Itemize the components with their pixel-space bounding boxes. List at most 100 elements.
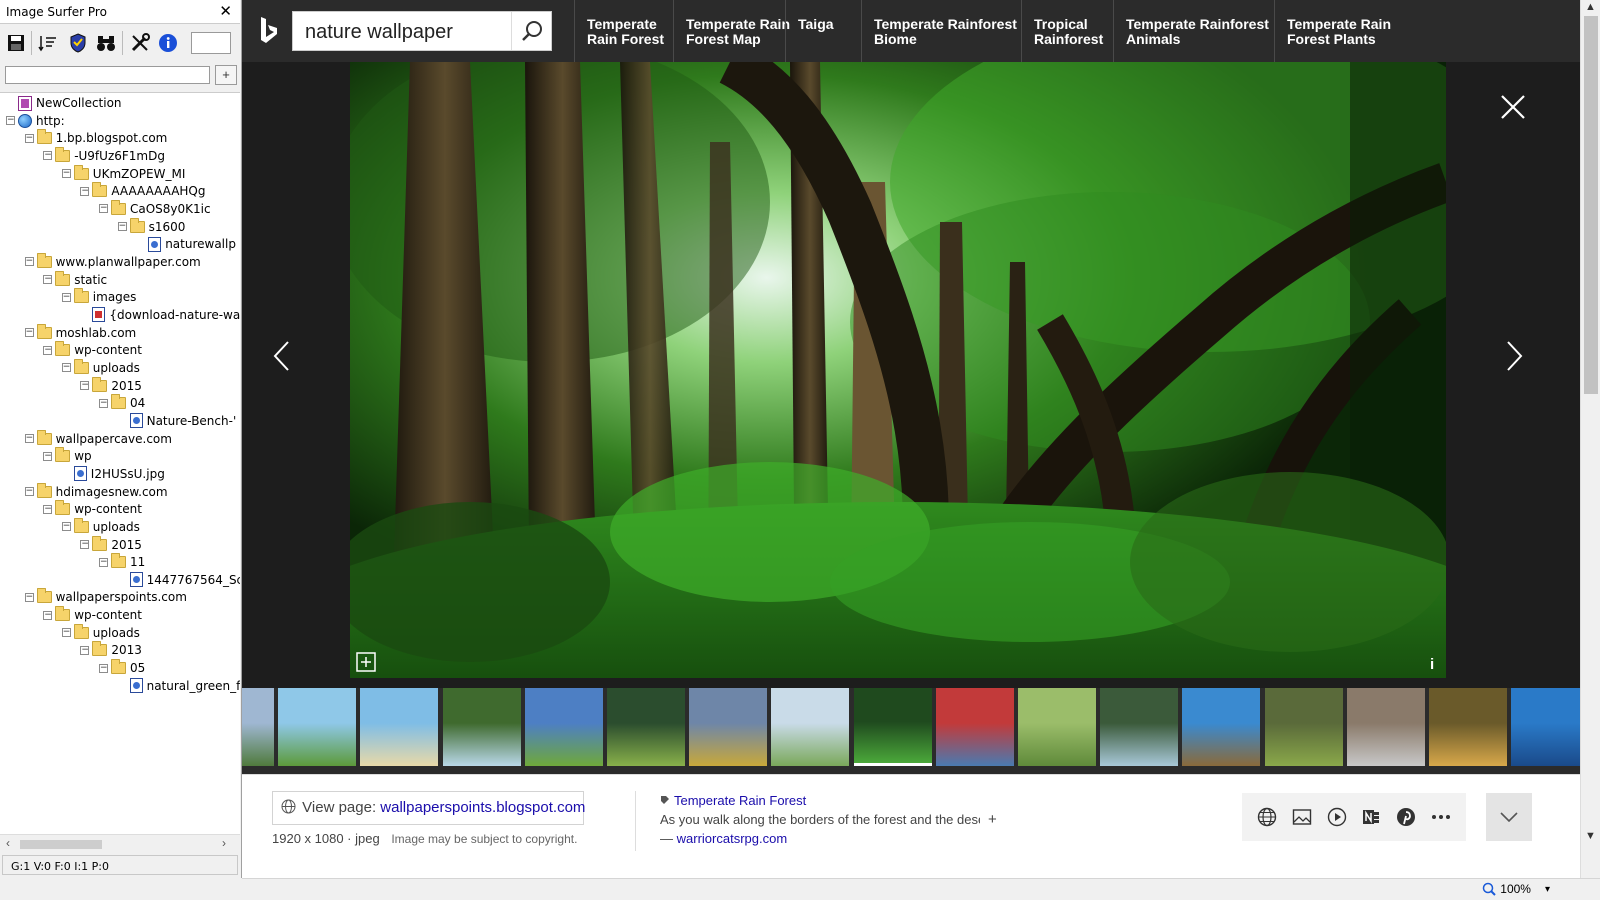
tree-node[interactable]: − moshlab.com — [24, 323, 136, 342]
tree-node[interactable]: − AAAAAAAAHQg — [80, 182, 206, 200]
info-icon[interactable] — [156, 31, 180, 55]
thumbnail[interactable] — [771, 688, 850, 766]
related-search-link[interactable]: Taiga — [785, 0, 834, 62]
related-search-link[interactable]: Temperate Rain Forest Map — [673, 0, 790, 62]
tree-expander[interactable]: − — [24, 487, 34, 497]
tree-node[interactable]: − uploads — [61, 358, 140, 377]
tree-node[interactable]: − static — [43, 270, 107, 289]
view-page-button[interactable]: View page: wallpaperspoints.blogspot.com — [272, 791, 585, 825]
tree-node[interactable]: − wallpapercave.com — [24, 429, 172, 448]
thumbnail[interactable] — [935, 688, 1014, 766]
tree-node[interactable]: − UKmZOPEW_MI — [61, 164, 185, 183]
tree-node[interactable]: − wp-content — [43, 606, 142, 624]
tree-expander[interactable]: − — [99, 204, 108, 214]
tree-expander[interactable]: − — [43, 275, 53, 285]
tree-node[interactable]: − images — [61, 288, 136, 306]
more-icon[interactable] — [1428, 804, 1454, 830]
tree-expander[interactable]: − — [80, 540, 90, 549]
thumbnail[interactable] — [1429, 688, 1507, 766]
previous-arrow-icon[interactable] — [272, 340, 292, 377]
close-viewer-icon[interactable] — [1500, 94, 1526, 125]
expand-description-button[interactable]: + — [988, 811, 997, 828]
related-search-link[interactable]: Temperate Rain Forest Plants — [1274, 0, 1391, 62]
shield-icon[interactable] — [66, 31, 90, 55]
tree-expander[interactable]: − — [24, 434, 34, 444]
related-search-link[interactable]: Temperate Rain Forest — [574, 0, 664, 62]
thumbnail[interactable] — [689, 688, 768, 766]
tree-expander[interactable]: − — [43, 504, 53, 514]
thumbnail[interactable] — [242, 688, 274, 766]
tree-node[interactable]: − wp-content — [43, 341, 142, 359]
expand-panel-button[interactable] — [1486, 793, 1532, 841]
tree-node[interactable]: − 2013 — [80, 641, 142, 659]
onenote-icon[interactable] — [1358, 804, 1384, 830]
thumbnail[interactable] — [1264, 688, 1343, 766]
tree-expander[interactable]: − — [6, 116, 15, 126]
globe-icon[interactable] — [1254, 804, 1280, 830]
tree-expander[interactable]: − — [117, 222, 127, 232]
tree-expander[interactable]: − — [99, 398, 108, 408]
image-icon[interactable] — [1289, 804, 1315, 830]
tree-filter-input[interactable] — [5, 66, 210, 84]
tree-expander[interactable]: − — [24, 257, 34, 267]
next-arrow-icon[interactable] — [1504, 340, 1524, 377]
source-site-link[interactable]: — warriorcatsrpg.com — [660, 831, 1010, 846]
image-info-icon[interactable]: i — [1430, 656, 1434, 673]
tools-icon[interactable] — [128, 31, 152, 55]
thumbnail[interactable] — [853, 688, 932, 766]
tree-node[interactable]: − 05 — [99, 659, 145, 677]
sort-icon[interactable] — [36, 31, 60, 55]
tree-node[interactable]: − wp-content — [43, 500, 142, 518]
tree-node[interactable]: − 1.bp.blogspot.com — [24, 129, 167, 147]
tree-expander[interactable]: − — [24, 133, 34, 143]
tree-expander[interactable]: − — [80, 381, 90, 391]
thumbnail[interactable] — [1511, 688, 1580, 766]
thumbnail[interactable] — [278, 688, 357, 766]
tree-expander[interactable]: − — [43, 345, 53, 355]
toolbar-field[interactable] — [191, 32, 231, 54]
tree-node[interactable]: I2HUSsU.jpg — [62, 465, 165, 483]
tree-node[interactable]: − CaOS8y0K1ic — [99, 199, 211, 218]
search-input[interactable]: nature wallpaper — [305, 21, 453, 44]
view-page-link[interactable]: wallpaperspoints.blogspot.com — [380, 799, 585, 816]
tree-node[interactable]: naturewallp — [136, 235, 236, 253]
window-vertical-scrollbar[interactable]: ▲ ▼ — [1580, 0, 1600, 878]
tree-expander[interactable]: − — [80, 186, 90, 196]
tree-node[interactable]: Nature-Bench-' — [118, 412, 236, 430]
tree-expander[interactable]: − — [99, 557, 108, 567]
source-title[interactable]: Temperate Rain Forest — [660, 793, 1010, 808]
expand-icon[interactable] — [356, 652, 376, 672]
tree-node[interactable]: − http: — [6, 112, 65, 130]
pinterest-icon[interactable] — [1393, 804, 1419, 830]
tree-node[interactable]: − hdimagesnew.com — [24, 482, 168, 501]
related-search-link[interactable]: Tropical Rainforest — [1021, 0, 1103, 62]
search-box[interactable]: nature wallpaper — [292, 11, 552, 51]
bing-logo-icon[interactable] — [258, 16, 280, 51]
tree-expander[interactable]: − — [61, 628, 71, 638]
tree-node[interactable]: − uploads — [61, 623, 140, 642]
thumbnail[interactable] — [524, 688, 603, 766]
thumbnail[interactable] — [442, 688, 521, 766]
thumbnail[interactable] — [1182, 688, 1261, 766]
related-search-link[interactable]: Temperate Rainforest Animals — [1113, 0, 1269, 62]
close-icon[interactable]: ✕ — [219, 2, 232, 20]
tree-expander[interactable]: − — [24, 592, 34, 602]
tree-expander[interactable]: − — [80, 645, 90, 655]
tree-node[interactable]: − -U9fUz6F1mDg — [43, 146, 165, 165]
thumbnail[interactable] — [1018, 688, 1096, 766]
tree-expander[interactable]: − — [24, 328, 34, 338]
tree-node[interactable]: − wallpaperspoints.com — [24, 588, 187, 606]
main-image[interactable]: i — [350, 62, 1446, 678]
tree-expander[interactable]: − — [43, 151, 53, 161]
binoculars-icon[interactable] — [94, 31, 118, 55]
tree-node[interactable]: − 11 — [99, 553, 145, 571]
tree-node[interactable]: − uploads — [61, 517, 140, 536]
tree-node[interactable]: − s1600 — [117, 217, 185, 236]
play-icon[interactable] — [1324, 804, 1350, 830]
tree-node[interactable]: − 04 — [99, 394, 145, 412]
search-button[interactable] — [511, 12, 551, 50]
tree-expander[interactable]: − — [61, 522, 71, 532]
save-icon[interactable] — [4, 31, 28, 55]
tree-node[interactable]: NewCollection — [6, 94, 122, 112]
zoom-control[interactable]: 100% ▾ — [1482, 882, 1550, 896]
